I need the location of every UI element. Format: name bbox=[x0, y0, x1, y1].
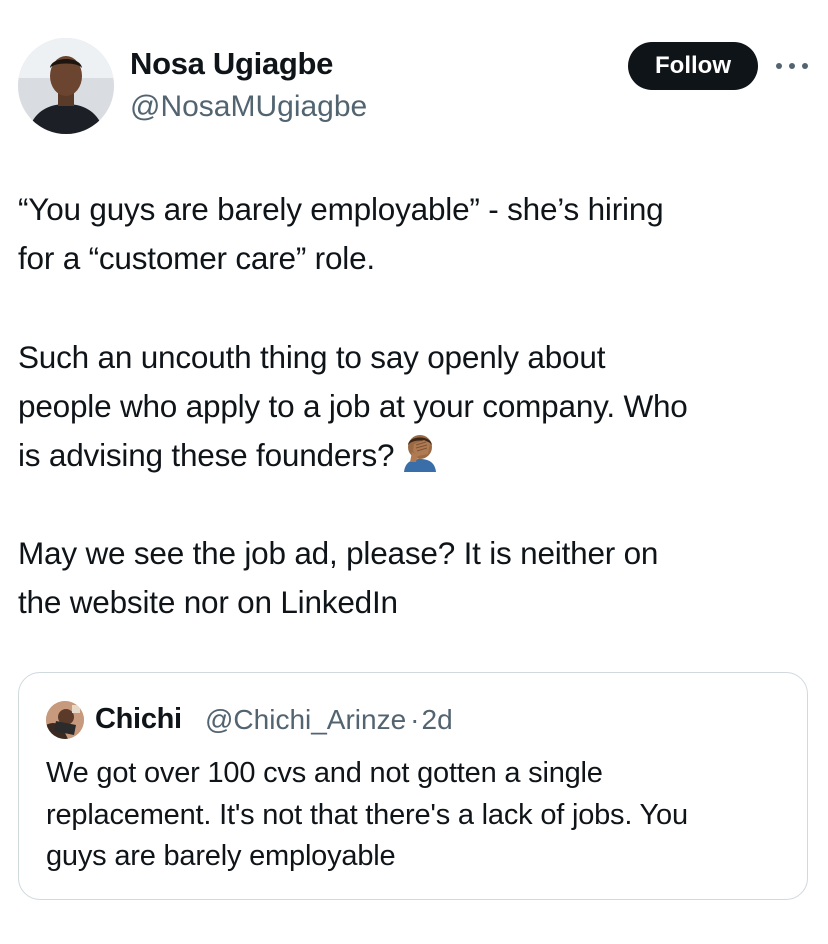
author-handle[interactable]: @NosaMUgiagbe bbox=[130, 90, 367, 124]
follow-button[interactable]: Follow bbox=[628, 42, 758, 90]
author-avatar[interactable] bbox=[18, 38, 114, 134]
author-name[interactable]: Nosa Ugiagbe bbox=[130, 46, 333, 82]
tweet-line: for a “customer care” role. bbox=[18, 240, 375, 276]
tweet-line-text: is advising these founders? bbox=[18, 437, 395, 473]
facepalm-emoji-icon bbox=[400, 432, 440, 486]
tweet-paragraph-1: “You guys are barely employable” - she’s… bbox=[18, 185, 664, 283]
quoted-text: We got over 100 cvs and not gotten a sin… bbox=[46, 753, 688, 878]
quoted-tweet-card[interactable]: Chichi @Chichi_Arinze ·2d We got over 100… bbox=[18, 672, 808, 900]
tweet-paragraph-2: Such an uncouth thing to say openly abou… bbox=[18, 333, 688, 486]
tweet-line: people who apply to a job at your compan… bbox=[18, 388, 688, 424]
meta-separator: · bbox=[410, 704, 420, 735]
quoted-line: We got over 100 cvs and not gotten a sin… bbox=[46, 757, 603, 789]
tweet-line: “You guys are barely employable” - she’s… bbox=[18, 191, 664, 227]
tweet-paragraph-3: May we see the job ad, please? It is nei… bbox=[18, 529, 658, 627]
quoted-line: replacement. It's not that there's a lac… bbox=[46, 798, 688, 831]
dot bbox=[776, 63, 782, 69]
tweet-line-with-emoji: is advising these founders? bbox=[18, 431, 688, 486]
tweet-line: May we see the job ad, please? It is nei… bbox=[18, 535, 659, 571]
dot bbox=[802, 63, 808, 69]
tweet-line: the website nor on LinkedIn bbox=[18, 584, 398, 620]
quoted-author-avatar bbox=[46, 701, 84, 739]
quoted-author-handle: @Chichi_Arinze bbox=[205, 704, 407, 735]
quoted-meta: @Chichi_Arinze ·2d bbox=[205, 704, 453, 736]
dot bbox=[789, 63, 795, 69]
quoted-line: guys are barely employable bbox=[46, 840, 396, 872]
quoted-author-name: Chichi bbox=[95, 703, 182, 735]
quoted-timestamp: 2d bbox=[421, 704, 453, 735]
tweet-line: Such an uncouth thing to say openly abou… bbox=[18, 339, 606, 375]
more-options-icon[interactable] bbox=[776, 56, 808, 76]
